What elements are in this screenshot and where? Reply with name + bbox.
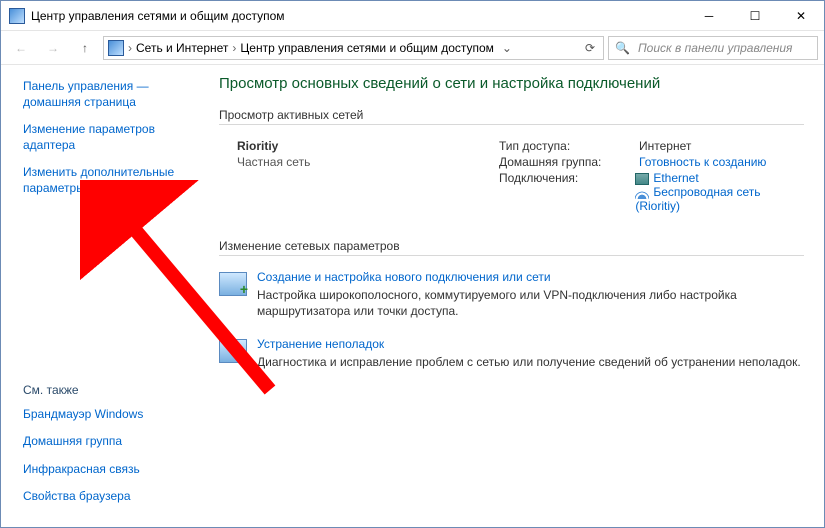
homegroup-label: Домашняя группа: (499, 155, 639, 169)
ethernet-icon (635, 173, 649, 185)
active-networks-heading: Просмотр активных сетей (219, 108, 804, 125)
sidebar-link-advanced-sharing[interactable]: Изменить дополнительные параметры общего… (23, 165, 189, 196)
sidebar-link-firewall[interactable]: Брандмауэр Windows (23, 407, 189, 423)
sidebar-link-internet-options[interactable]: Свойства браузера (23, 489, 189, 505)
sidebar-link-home[interactable]: Панель управления — домашняя страница (23, 79, 189, 110)
setup-connection-desc: Настройка широкополосного, коммутируемог… (257, 287, 804, 319)
access-type-label: Тип доступа: (499, 139, 639, 153)
breadcrumb-level2[interactable]: Центр управления сетями и общим доступом (240, 41, 494, 55)
sidebar-link-adapter-settings[interactable]: Изменение параметров адаптера (23, 122, 189, 153)
address-bar[interactable]: › Сеть и Интернет › Центр управления сет… (103, 36, 604, 60)
setup-connection-link[interactable]: Создание и настройка нового подключения … (257, 270, 551, 284)
main-content: Просмотр основных сведений о сети и наст… (201, 65, 824, 527)
troubleshoot-link[interactable]: Устранение неполадок (257, 337, 384, 351)
wifi-icon (635, 187, 649, 199)
search-box[interactable]: 🔍 (608, 36, 818, 60)
back-button[interactable]: ← (7, 35, 35, 61)
up-button[interactable]: ↑ (71, 35, 99, 61)
history-dropdown-icon[interactable]: ⌄ (498, 41, 516, 55)
search-input[interactable] (636, 40, 811, 56)
chevron-right-icon: › (232, 41, 236, 55)
troubleshoot-icon (219, 339, 247, 363)
ethernet-link[interactable]: Ethernet (653, 171, 698, 185)
sidebar-link-infrared[interactable]: Инфракрасная связь (23, 462, 189, 478)
see-also-heading: См. также (23, 383, 189, 397)
troubleshoot-desc: Диагностика и исправление проблем с сеть… (257, 354, 801, 370)
action-setup-connection: Создание и настройка нового подключения … (219, 270, 804, 319)
homegroup-link[interactable]: Готовность к созданию (639, 155, 766, 169)
titlebar: Центр управления сетями и общим доступом… (1, 1, 824, 31)
network-row: Rioritiy Частная сеть Тип доступа: Интер… (219, 139, 804, 215)
navigation-bar: ← → ↑ › Сеть и Интернет › Центр управлен… (1, 31, 824, 65)
maximize-button[interactable]: ☐ (732, 1, 778, 31)
close-button[interactable]: ✕ (778, 1, 824, 31)
breadcrumb-level1[interactable]: Сеть и Интернет (136, 41, 228, 55)
chevron-right-icon: › (128, 41, 132, 55)
app-icon (9, 8, 25, 24)
page-heading: Просмотр основных сведений о сети и наст… (219, 75, 804, 92)
sidebar: Панель управления — домашняя страница Из… (1, 65, 201, 527)
action-troubleshoot: Устранение неполадок Диагностика и испра… (219, 337, 804, 370)
minimize-button[interactable]: ─ (686, 1, 732, 31)
wifi-link[interactable]: Беспроводная сеть (Rioritiy) (635, 185, 760, 213)
network-type: Частная сеть (237, 155, 499, 169)
connections-label: Подключения: (499, 171, 635, 213)
network-name: Rioritiy (237, 139, 499, 153)
setup-connection-icon (219, 272, 247, 296)
location-icon (108, 40, 124, 56)
forward-button[interactable]: → (39, 35, 67, 61)
refresh-button[interactable]: ⟳ (581, 41, 599, 55)
search-icon: 🔍 (615, 41, 630, 55)
window-title: Центр управления сетями и общим доступом (31, 9, 686, 23)
sidebar-link-homegroup[interactable]: Домашняя группа (23, 434, 189, 450)
access-type-value: Интернет (639, 139, 691, 153)
change-settings-heading: Изменение сетевых параметров (219, 239, 804, 256)
